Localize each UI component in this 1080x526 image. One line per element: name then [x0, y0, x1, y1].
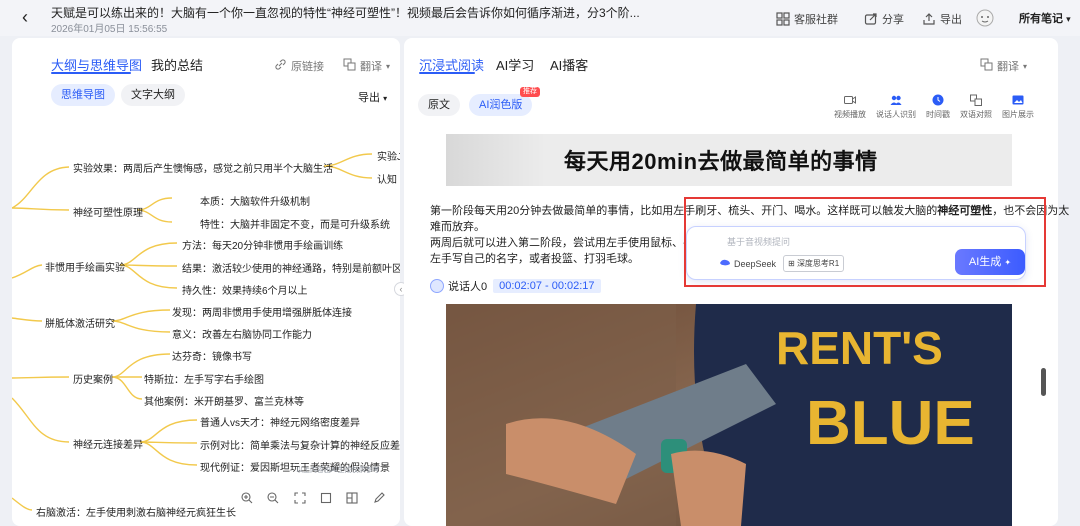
zoom-out-icon[interactable] — [267, 491, 279, 507]
clock-icon — [932, 94, 944, 106]
grid-icon — [776, 12, 790, 26]
bilingual-icon — [970, 94, 982, 106]
layout-icon[interactable] — [346, 491, 359, 507]
document-date: 2026年01月05日 15:56:55 — [51, 24, 168, 35]
zoom-in-icon[interactable] — [241, 491, 253, 507]
mindmap-zoom-toolbar — [234, 488, 392, 510]
speaker-name: 说话人0 — [448, 281, 488, 293]
mindmap-node: 达芬奇：镜像书写 — [172, 352, 252, 363]
mindmap-node: 特斯拉：左手写字右手绘图 — [144, 375, 264, 386]
mindmap-node: 认知 — [377, 175, 397, 186]
mindmap-node: 实验J — [377, 152, 400, 163]
avatar[interactable] — [976, 9, 994, 27]
mindmap-node: 方法：每天20分钟非惯用手绘画训练 — [182, 241, 344, 252]
tool-bilingual[interactable]: 双语对照 — [960, 94, 992, 120]
shirt-text-bottom: BLUE — [806, 389, 975, 458]
people-icon — [890, 94, 902, 106]
mindmap-node: 实验效果：两周后产生懊悔感，感觉之前只用半个大脑生活 — [73, 164, 333, 175]
transcript-line: 左手写自己的名字，或者投篮、打羽毛球。 — [430, 253, 639, 265]
top-bar: ‹ 天赋是可以练出来的！大脑有一个你一直忽视的特性“神经可塑性”！视频最后会告诉… — [0, 0, 1080, 36]
tool-image-display[interactable]: 图片展示 — [1002, 94, 1034, 120]
mindmap-node: 结果：激活较少使用的神经通路，特别是前额叶区域 — [182, 264, 400, 275]
tool-timestamp[interactable]: 时间戳 — [926, 94, 950, 120]
share-label: 分享 — [882, 14, 904, 26]
all-notes-button[interactable]: 所有笔记 ▾ — [1019, 10, 1071, 26]
chevron-down-icon: ▾ — [1066, 14, 1071, 24]
mindmap-node: 普通人vs天才：神经元网络密度差异 — [200, 418, 360, 429]
export-icon — [922, 12, 936, 26]
video-frame-photo: RENT'S BLUE — [446, 304, 1012, 526]
image-icon — [1012, 94, 1024, 106]
ai-disclaimer-watermark: 以上内容由AI生成仅供参考 — [296, 467, 380, 474]
speaker-row: 说话人0 00:02:07 - 00:02:17 — [430, 278, 601, 294]
all-notes-label: 所有笔记 — [1019, 13, 1063, 25]
back-button[interactable]: ‹ — [22, 8, 28, 26]
chip-original[interactable]: 原文 — [418, 94, 460, 116]
mindmap-node: 其他案例：米开朗基罗、富兰克林等 — [144, 397, 304, 408]
active-tab-indicator — [419, 72, 475, 74]
fit-screen-icon[interactable] — [294, 491, 306, 507]
community-label: 客服社群 — [794, 14, 838, 26]
shirt-text-top: RENT'S — [776, 322, 943, 374]
mindmap-node: 意义：改善左右脑协同工作能力 — [172, 330, 312, 341]
banner-caption: 每天用20min去做最简单的事情 — [564, 149, 878, 174]
transcript-line: 两周后就可以进入第二阶段，尝试用左手使用鼠标、手机、剪 — [430, 237, 727, 249]
export-label: 导出 — [940, 14, 962, 26]
mindmap-node: 历史案例 — [73, 375, 113, 386]
photo-illustration: RENT'S BLUE — [446, 304, 1012, 526]
outline-panel: 大纲与思维导图 我的总结 原链接 翻译 ▾ 思维导图 文字大纲 导出 ▾ 实验效… — [12, 38, 400, 526]
translate-icon — [980, 58, 993, 74]
tab-ai-learning[interactable]: AI学习 — [496, 55, 534, 74]
tool-speaker-identify[interactable]: 说话人识别 — [876, 94, 916, 120]
chip-ai-polished[interactable]: AI润色版 — [469, 94, 533, 116]
edit-pen-icon[interactable] — [373, 491, 385, 507]
mindmap-node: 非惯用手绘画实验 — [45, 263, 125, 274]
mindmap-node: 特性：大脑并非固定不变，而是可升级系统 — [200, 220, 390, 231]
fullscreen-icon[interactable] — [320, 492, 332, 507]
mindmap-node: 本质：大脑软件升级机制 — [200, 197, 310, 208]
community-button[interactable]: 客服社群 — [776, 11, 838, 27]
chevron-down-icon: ▾ — [1023, 61, 1028, 71]
highlight-frame — [684, 197, 1046, 287]
mindmap-node: 持久性：效果持续6个月以上 — [182, 286, 308, 297]
translate-button-right[interactable]: 翻译 ▾ — [980, 58, 1027, 74]
share-icon — [864, 12, 878, 26]
mindmap-node: 发现：两周非惯用手使用增强胼胝体连接 — [172, 308, 352, 319]
mindmap-node: 神经可塑性原理 — [73, 208, 143, 219]
mindmap-node: 胼胝体激活研究 — [45, 319, 115, 330]
mindmap-node: 右脑激活：左手使用刺激右脑神经元疯狂生长 — [36, 508, 236, 519]
tab-ai-podcast[interactable]: AI播客 — [550, 55, 588, 74]
tool-video-playback[interactable]: 视频播放 — [834, 94, 866, 120]
scrollbar-thumb[interactable] — [1041, 368, 1046, 396]
transcript-line: 难而放弃。 — [430, 221, 485, 233]
timestamp-badge[interactable]: 00:02:07 - 00:02:17 — [493, 279, 601, 293]
speaker-avatar-icon — [430, 279, 444, 293]
document-title: 天赋是可以练出来的！大脑有一个你一直忽视的特性“神经可塑性”！视频最后会告诉你如… — [51, 6, 640, 20]
video-icon — [844, 94, 856, 106]
export-button[interactable]: 导出 — [922, 11, 962, 27]
mindmap-node: 示例对比：简单乘法与复杂计算的神经反应差异 — [200, 441, 400, 452]
mind-map: 实验效果：两周后产生懊悔感，感觉之前只用半个大脑生活 实验J 认知 神经可塑性原… — [12, 38, 400, 526]
video-frame-banner: 每天用20min去做最简单的事情 — [446, 134, 1012, 186]
mindmap-node: 神经元连接差异 — [73, 440, 143, 451]
recommend-badge: 推荐 — [520, 87, 540, 97]
banner-shade — [446, 134, 546, 186]
share-button[interactable]: 分享 — [864, 11, 904, 27]
